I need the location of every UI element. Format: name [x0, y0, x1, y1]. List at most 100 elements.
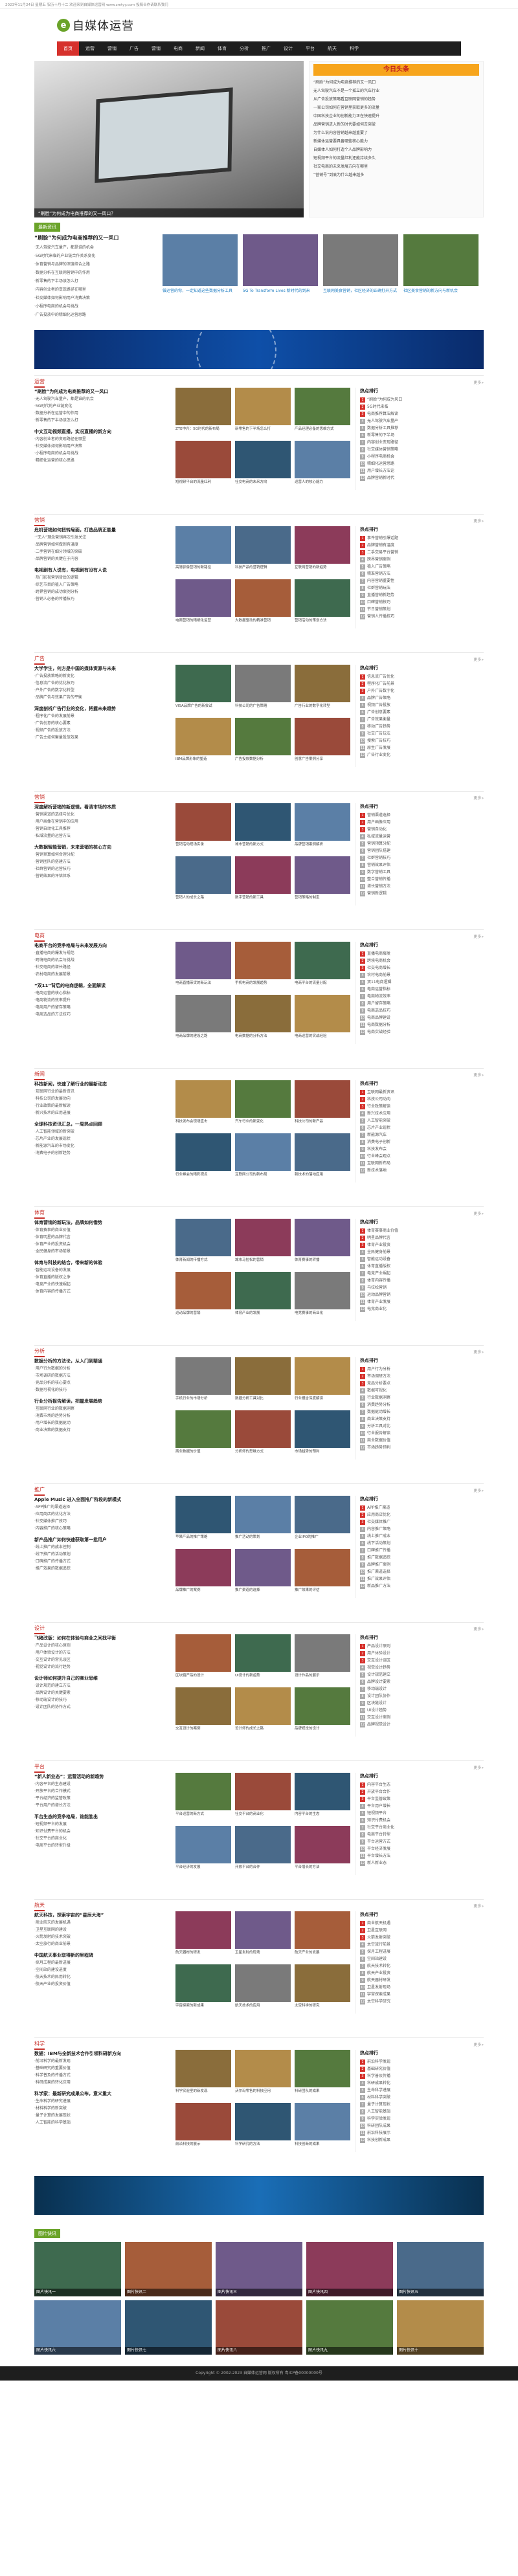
hot-item-label[interactable]: 体育产业投资: [367, 1241, 390, 1249]
hot-item-label[interactable]: 推广效果评估: [367, 1575, 390, 1582]
hot-item-label[interactable]: 搜索广告技巧: [367, 737, 390, 744]
hot-item[interactable]: 7 新能源汽车: [360, 1131, 484, 1138]
hot-item[interactable]: 4 无人驾驶汽车量产: [360, 417, 484, 425]
hot-item[interactable]: 6 消费趋势分析: [360, 1401, 484, 1408]
hot-item-label[interactable]: 广告创意要素: [367, 709, 390, 716]
photo-card[interactable]: 短视频平台的流量红利: [175, 441, 231, 490]
photo-caption[interactable]: 电竞赛事的商业化: [295, 1311, 350, 1321]
hot-item[interactable]: 10 推广渠道选择: [360, 1568, 484, 1575]
hot-item-label[interactable]: 新品推广方法: [367, 1582, 390, 1590]
photo-caption[interactable]: 体育产业的发展: [235, 1311, 291, 1321]
hot-item[interactable]: 10 行业报告解读: [360, 1430, 484, 1437]
photo-card[interactable]: 企业IPO的推广: [295, 1496, 350, 1545]
today-item[interactable]: 无人驾驶汽车不是一个孤立的汽车行业: [313, 87, 479, 95]
photo-card[interactable]: 苹果产品的推广策略: [175, 1496, 231, 1545]
today-item[interactable]: 为什么说内容营销越来越重要了: [313, 129, 479, 137]
hot-item[interactable]: 12 广告行业变化: [360, 751, 484, 759]
hot-item[interactable]: 4 科研成果转化: [360, 2080, 484, 2087]
photo-news-caption[interactable]: 图片快讯七: [125, 2347, 212, 2355]
article-headline[interactable]: 深度剖析广告行业的变化，把握未来趋势: [34, 705, 170, 713]
article-link[interactable]: 5G时代的产业链变化: [34, 403, 170, 410]
hot-item[interactable]: 6 电商运营指标: [360, 986, 484, 993]
photo-card[interactable]: 卫星发射的现场: [235, 1911, 291, 1960]
hot-item[interactable]: 12 市场趋势预判: [360, 1444, 484, 1451]
hot-item[interactable]: 2 5G时代来临: [360, 403, 484, 410]
photo-card[interactable]: 航天产业的发展: [295, 1911, 350, 1960]
photo-card[interactable]: 营销人的成长之路: [175, 856, 231, 905]
hot-item[interactable]: 2 卫星互联网: [360, 1927, 484, 1934]
article-link[interactable]: 科学普及的传播方式: [34, 2072, 170, 2079]
photo-card[interactable]: 平台运营的新方式: [175, 1773, 231, 1822]
photo-card[interactable]: 产品经理必备的思维方式: [295, 388, 350, 437]
article-link[interactable]: 商业航天的发展机遇: [34, 1919, 170, 1926]
hot-item-label[interactable]: 市场调研方法: [367, 1373, 390, 1380]
photo-caption[interactable]: 营销活动的策划方法: [295, 618, 350, 628]
photo-card[interactable]: 科技产品的营销逻辑: [235, 526, 291, 575]
photo-card[interactable]: 推广效果的评估: [295, 1549, 350, 1598]
hot-item[interactable]: 2 市场调研方法: [360, 1373, 484, 1380]
photo-card[interactable]: 开放平台的合作: [235, 1826, 291, 1875]
hot-item[interactable]: 4 品牌广告策略: [360, 694, 484, 702]
hot-item[interactable]: 4 跨界营销案例: [360, 556, 484, 563]
article-headline[interactable]: 平台生态的竞争格局，谁能胜出: [34, 1813, 170, 1821]
article-link[interactable]: 空间站的建设进度: [34, 1966, 170, 1973]
hot-item[interactable]: 1 体育赛事商业价值: [360, 1227, 484, 1234]
article-link[interactable]: 无人驾驶汽车量产，都是谁的机会: [34, 395, 170, 403]
photo-card[interactable]: 品牌推广的案例: [175, 1549, 231, 1598]
photo-caption[interactable]: 新技术的落地应用: [295, 1172, 350, 1183]
photo-caption[interactable]: 体育赛事的转播: [295, 1258, 350, 1268]
hot-item-label[interactable]: 营销效果评估: [367, 861, 390, 869]
photo-caption[interactable]: 沃尔玛零售的科技应用: [235, 2089, 291, 2099]
photo-news-item[interactable]: 图片快讯五: [397, 2242, 484, 2296]
hot-item-label[interactable]: 数字营销工具: [367, 869, 390, 876]
hot-item-label[interactable]: 平台运营方式: [367, 1838, 390, 1845]
hot-item-label[interactable]: 农村电商前景: [367, 972, 390, 979]
site-logo[interactable]: e 自媒体运营: [57, 17, 134, 34]
hot-item-label[interactable]: 品牌营销有温度: [367, 542, 394, 549]
hot-item[interactable]: 9 品牌推广案例: [360, 1561, 484, 1568]
category-title[interactable]: 分析: [34, 1346, 45, 1357]
photo-caption[interactable]: 分析师的思维方式: [235, 1449, 291, 1460]
photo-caption[interactable]: 平台经济的发展: [175, 1865, 231, 1875]
category-title[interactable]: 广告: [34, 654, 45, 665]
hot-item-label[interactable]: 品牌设计要素: [367, 1678, 390, 1685]
hot-item-label[interactable]: 5G时代来临: [367, 403, 388, 410]
article-link[interactable]: 信息流广告的优化技巧: [34, 680, 170, 687]
hot-item-label[interactable]: 运动品牌营销: [367, 1291, 390, 1298]
article-link[interactable]: 社交平台的商业化: [34, 1835, 170, 1842]
article-headline[interactable]: 电视剧有人说有，电视剧有没有人说: [34, 566, 170, 574]
hot-item-label[interactable]: 视觉设计趋势: [367, 1664, 390, 1671]
article-link[interactable]: 体育产业的投资机会: [34, 1241, 170, 1248]
photo-card[interactable]: 科技发布会现场直击: [175, 1080, 231, 1129]
hero-caption[interactable]: “刷脸”为何成为电商推荐的又一风口？: [34, 208, 304, 217]
hot-item[interactable]: 9 小程序电商机会: [360, 453, 484, 460]
article-link[interactable]: 新零售的下半场该怎么打: [34, 417, 170, 424]
photo-caption[interactable]: 短视频平台的流量红利: [175, 480, 231, 490]
hot-item-label[interactable]: 交互设计案例: [367, 1714, 390, 1721]
hot-item[interactable]: 3 社交电商增长: [360, 964, 484, 972]
hot-item-label[interactable]: 移动端设计: [367, 1685, 387, 1693]
hot-item[interactable]: 5 生命科学进展: [360, 2087, 484, 2094]
article-link[interactable]: 小程序电商的机会与挑战: [34, 450, 170, 457]
latest-thumb[interactable]: 互联网美食营销，社区经济的正确打开方式: [323, 234, 398, 325]
article-link[interactable]: 探月工程的最新进展: [34, 1959, 170, 1966]
article-link[interactable]: 品牌广告与效果广告的平衡: [34, 694, 170, 701]
today-item[interactable]: 新媒体运营要具备哪些核心能力: [313, 137, 479, 146]
nav-item-1[interactable]: 运营: [79, 41, 101, 56]
photo-card[interactable]: 区块链产品的设计: [175, 1634, 231, 1683]
photo-caption[interactable]: 品牌视觉的设计: [295, 1726, 350, 1737]
hot-item-label[interactable]: 直播电商爆发: [367, 950, 390, 957]
photo-caption[interactable]: 新零售的下半场怎么打: [235, 427, 291, 437]
photo-caption[interactable]: 卫星发射的现场: [235, 1950, 291, 1960]
hot-item[interactable]: 8 推广数据追踪: [360, 1554, 484, 1561]
photo-card[interactable]: UI设计的新趋势: [235, 1634, 291, 1683]
hot-item[interactable]: 12 太空科学研究: [360, 1998, 484, 2005]
article-link[interactable]: 智能运动设备的发展: [34, 1267, 170, 1274]
hot-item[interactable]: 9 分析工具对比: [360, 1423, 484, 1430]
hot-item[interactable]: 3 科学普及传播: [360, 2072, 484, 2080]
photo-caption[interactable]: 品牌推广的案例: [175, 1588, 231, 1598]
article-link[interactable]: 互联网行业的最新资讯: [34, 1088, 170, 1095]
hot-item[interactable]: 11 前沿科技展示: [360, 2129, 484, 2137]
photo-news-item[interactable]: 图片快讯四: [306, 2242, 393, 2296]
more-link[interactable]: 更多»: [473, 656, 484, 662]
